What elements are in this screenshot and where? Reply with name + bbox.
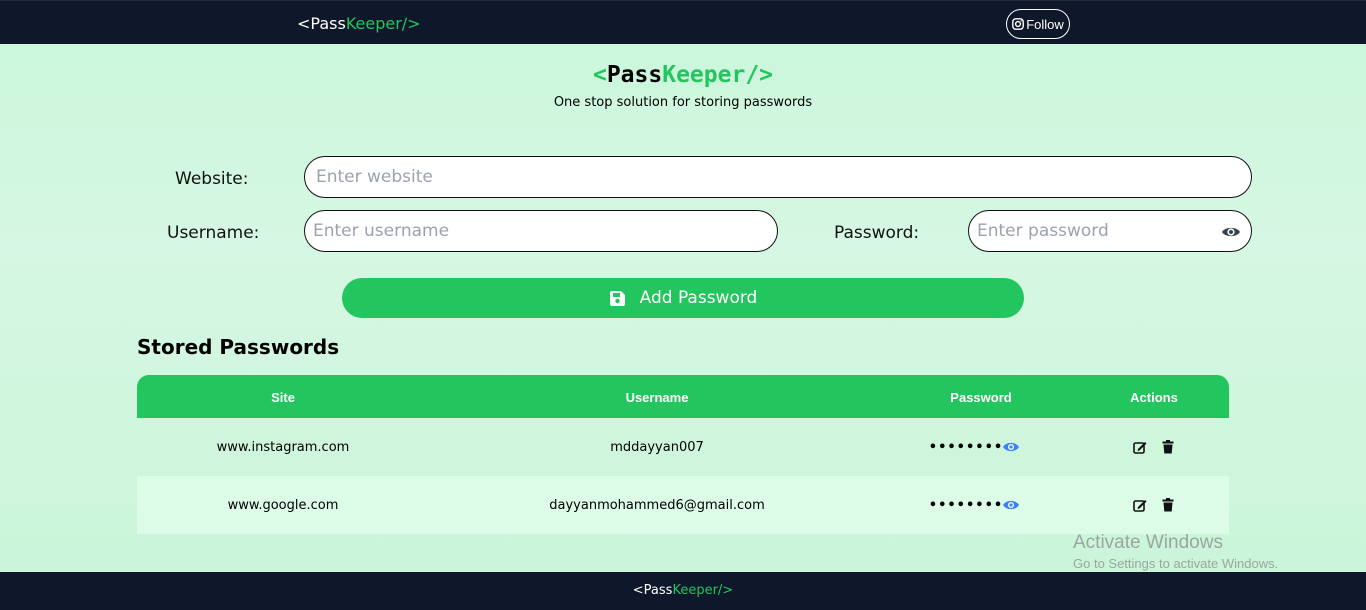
website-input[interactable] xyxy=(316,167,1251,187)
edit-icon[interactable] xyxy=(1133,498,1147,512)
site-cell: www.google.com xyxy=(227,498,339,513)
save-icon xyxy=(609,290,625,306)
delete-icon[interactable] xyxy=(1161,498,1175,512)
edit-icon[interactable] xyxy=(1133,440,1147,454)
delete-icon[interactable] xyxy=(1161,440,1175,454)
site-cell: www.instagram.com xyxy=(216,440,350,455)
password-cell: •••••••• xyxy=(928,498,1004,513)
follow-label: Follow xyxy=(1026,16,1064,32)
navbar-logo[interactable]: <PassKeeper/> xyxy=(297,14,421,33)
eye-icon[interactable] xyxy=(1221,222,1241,242)
watermark-line2: Go to Settings to activate Windows. xyxy=(1073,556,1279,571)
logo-text: <Pass xyxy=(297,14,346,33)
brand-pass: Pass xyxy=(606,62,663,88)
add-password-button[interactable]: Add Password xyxy=(342,278,1024,318)
activation-watermark: Activate Windows Go to Settings to activ… xyxy=(1073,532,1278,571)
website-field[interactable] xyxy=(304,156,1252,198)
password-label: Password: xyxy=(834,223,920,243)
eye-icon[interactable] xyxy=(1002,498,1020,512)
col-password: Password xyxy=(950,390,1012,405)
table-row: www.instagram.com mddayyan007 •••••••• xyxy=(137,418,1229,476)
instagram-icon xyxy=(1012,18,1025,30)
username-field[interactable] xyxy=(304,210,778,252)
col-site: Site xyxy=(271,390,295,405)
username-cell: dayyanmohammed6@gmail.com xyxy=(549,498,765,513)
table-header: Site Username Password Actions xyxy=(137,375,1229,418)
page-brand: <PassKeeper/> xyxy=(0,62,1366,88)
footer-logo-text: <Pass xyxy=(632,583,673,598)
stored-passwords-title: Stored Passwords xyxy=(137,335,340,359)
username-label: Username: xyxy=(167,223,260,243)
footer-logo-green: Keeper/> xyxy=(672,583,734,598)
footer: <PassKeeper/> xyxy=(0,572,1366,610)
password-field[interactable] xyxy=(968,210,1252,252)
brand-keeper: Keeper xyxy=(662,62,746,88)
username-input[interactable] xyxy=(313,221,777,241)
follow-button[interactable]: Follow xyxy=(1006,9,1070,39)
add-password-label: Add Password xyxy=(639,288,758,308)
brand-close: /> xyxy=(745,62,774,88)
logo-text-green: Keeper/> xyxy=(345,14,421,33)
col-actions: Actions xyxy=(1130,390,1178,405)
password-cell: •••••••• xyxy=(928,440,1004,455)
passwords-table: Site Username Password Actions www.insta… xyxy=(137,375,1229,534)
tagline: One stop solution for storing passwords xyxy=(553,95,813,110)
watermark-line1: Activate Windows xyxy=(1073,532,1223,553)
password-input[interactable] xyxy=(977,221,1207,241)
brand-open: < xyxy=(592,62,607,88)
website-label: Website: xyxy=(175,169,249,189)
username-cell: mddayyan007 xyxy=(610,440,704,455)
eye-icon[interactable] xyxy=(1002,440,1020,454)
col-username: Username xyxy=(625,390,689,405)
table-row: www.google.com dayyanmohammed6@gmail.com… xyxy=(137,476,1229,534)
navbar: <PassKeeper/> Follow xyxy=(0,0,1366,44)
